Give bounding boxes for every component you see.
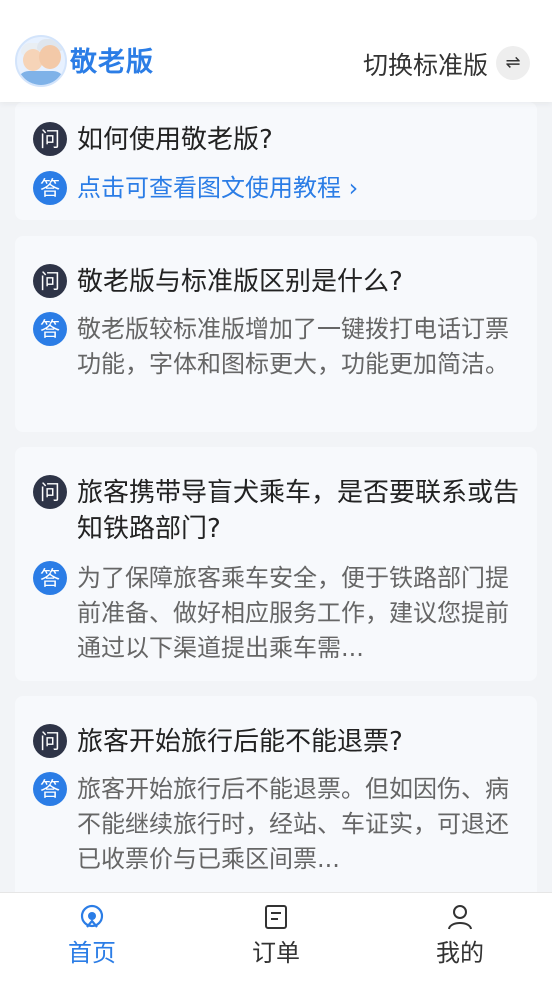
question-badge: 问 xyxy=(33,122,67,156)
faq-card[interactable]: 问 旅客开始旅行后能不能退票? 答 旅客开始旅行后不能退票。但如因伤、病不能继续… xyxy=(15,696,537,892)
faq-question: 旅客携带导盲犬乘车，是否要联系或告知铁路部门? xyxy=(77,478,520,544)
home-icon xyxy=(80,904,104,928)
answer-badge: 答 xyxy=(33,312,67,346)
elderly-logo-icon xyxy=(15,35,67,87)
tab-profile[interactable]: 我的 xyxy=(368,893,552,984)
faq-question: 敬老版与标准版区别是什么? xyxy=(77,267,403,297)
faq-answer: 敬老版较标准版增加了一键拨打电话订票功能，字体和图标更大，功能更加简洁。 xyxy=(77,315,509,378)
tutorial-link[interactable]: 点击可查看图文使用教程 › xyxy=(77,171,521,206)
profile-icon xyxy=(448,905,472,930)
answer-badge: 答 xyxy=(33,772,67,806)
tab-orders[interactable]: 订单 xyxy=(184,893,368,984)
chevron-right-icon: › xyxy=(348,174,359,202)
question-badge: 问 xyxy=(33,264,67,298)
order-icon xyxy=(265,905,287,929)
faq-card[interactable]: 问 敬老版与标准版区别是什么? 答 敬老版较标准版增加了一键拨打电话订票功能，字… xyxy=(15,236,537,432)
question-badge: 问 xyxy=(33,475,67,509)
brand-title: 敬老版 xyxy=(70,47,154,78)
tab-profile-label: 我的 xyxy=(436,939,484,967)
swap-icon[interactable]: ⇌ xyxy=(496,46,530,80)
answer-badge: 答 xyxy=(33,171,67,205)
faq-card[interactable]: 问 如何使用敬老版? 答 点击可查看图文使用教程 › xyxy=(15,102,537,220)
tab-home[interactable]: 首页 xyxy=(0,893,184,984)
faq-card[interactable]: 问 旅客携带导盲犬乘车，是否要联系或告知铁路部门? 答 为了保障旅客乘车安全，便… xyxy=(15,447,537,681)
faq-question: 如何使用敬老版? xyxy=(77,125,273,155)
faq-question: 旅客开始旅行后能不能退票? xyxy=(77,727,403,757)
faq-answer: 为了保障旅客乘车安全，便于铁路部门提前准备、做好相应服务工作，建议您提前通过以下… xyxy=(77,564,509,662)
faq-list: 问 如何使用敬老版? 答 点击可查看图文使用教程 › 问 敬老版与标准版区别是什… xyxy=(0,102,552,892)
faq-answer: 旅客开始旅行后不能退票。但如因伤、病不能继续旅行时，经站、车证实，可退还已收票价… xyxy=(77,775,509,873)
answer-badge: 答 xyxy=(33,561,67,595)
question-badge: 问 xyxy=(33,724,67,758)
tab-home-label: 首页 xyxy=(68,939,116,967)
tab-orders-label: 订单 xyxy=(252,939,300,967)
switch-standard-button[interactable]: 切换标准版 xyxy=(363,46,488,82)
app-header: 敬老版 切换标准版 ⇌ xyxy=(0,0,552,102)
tutorial-link-label: 点击可查看图文使用教程 xyxy=(77,174,341,202)
bottom-tabbar: 首页 订单 我的 xyxy=(0,892,552,984)
